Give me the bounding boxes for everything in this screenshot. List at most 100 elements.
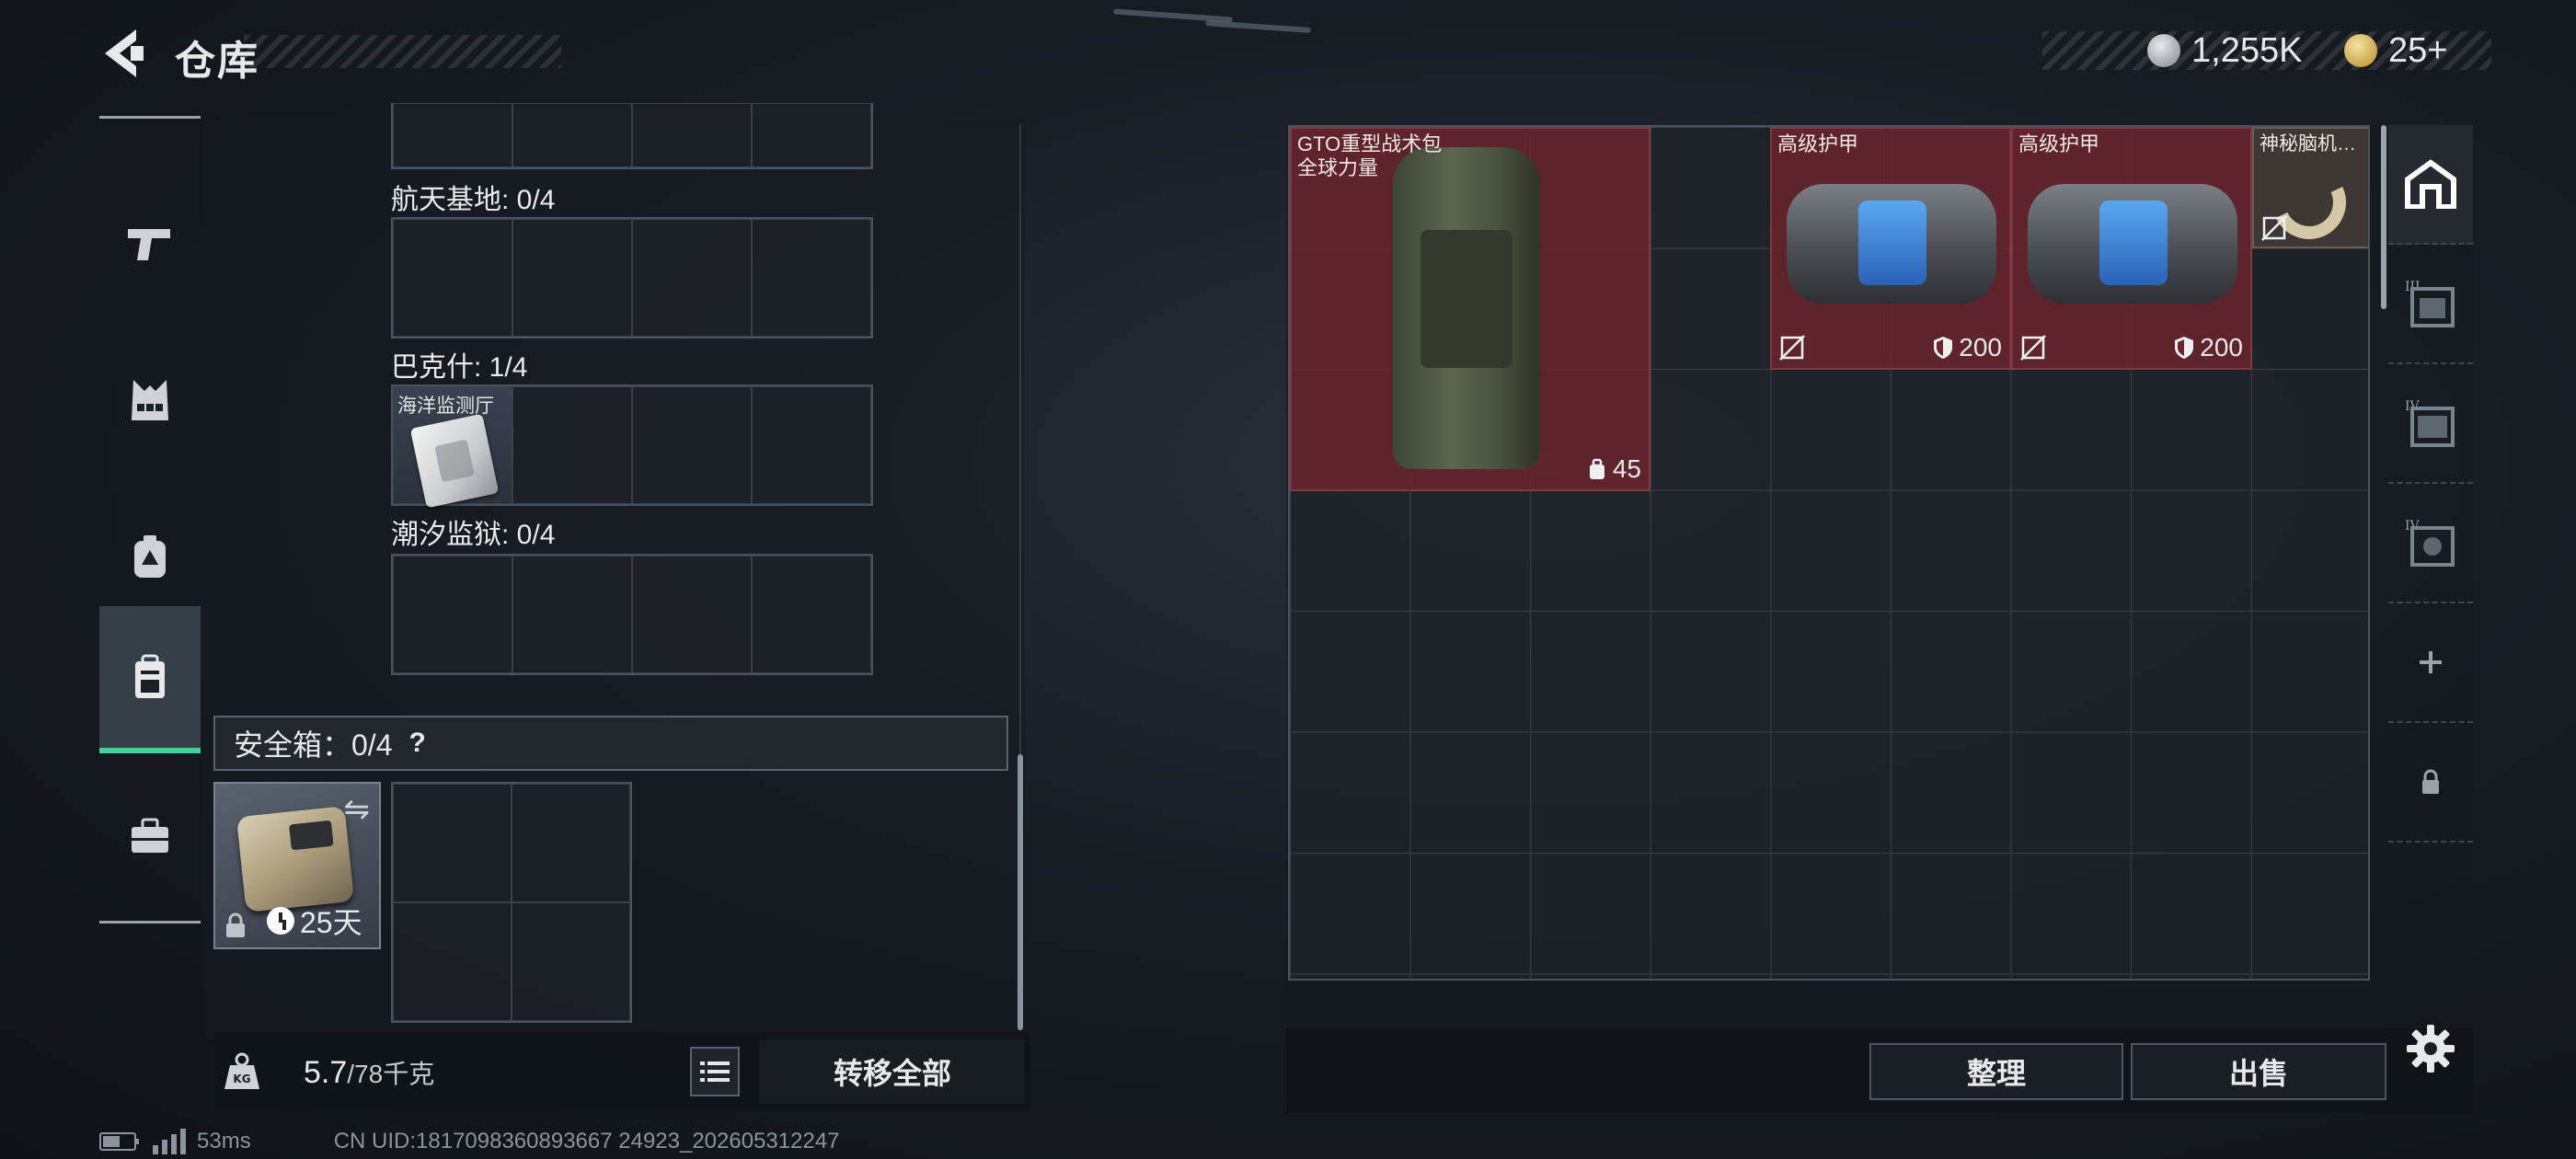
grid-cell[interactable] (393, 219, 512, 337)
sort-button[interactable]: 整理 (1869, 1043, 2123, 1100)
container-icon: IV (2405, 519, 2455, 567)
item-name: 神秘脑机… (2260, 133, 2356, 155)
rail-item-vest[interactable] (99, 327, 201, 474)
grid-cell[interactable] (393, 784, 512, 902)
grid-cell[interactable] (512, 902, 630, 1021)
section-label: 潮汐监狱: 0/4 (391, 520, 556, 550)
briefcase-icon (132, 818, 168, 853)
pistol-icon (128, 229, 170, 260)
list-icon (700, 1061, 730, 1082)
grid-cell[interactable] (393, 103, 512, 167)
armor-plate-icon (134, 535, 166, 578)
container-item-armor[interactable]: 高级护甲 200 (1770, 127, 2011, 370)
safe-box-item[interactable]: ⇋ 25天 (213, 782, 381, 949)
signal-icon (153, 1129, 186, 1154)
container-scrollbar[interactable] (2381, 125, 2386, 309)
page-title: 仓库 (175, 39, 259, 84)
help-button[interactable]: ? (409, 728, 426, 759)
silver-coin-icon (2147, 34, 2180, 67)
grid-cell[interactable] (393, 902, 512, 1021)
stash-scrollbar[interactable] (1018, 754, 1023, 1030)
clock-icon (267, 907, 294, 935)
backpack-icon (135, 654, 165, 698)
rail-item-locked[interactable] (2388, 723, 2473, 843)
status-bar: 53ms CN UID:1817098360893667 24923_20260… (99, 1128, 840, 1155)
grid-cell[interactable] (512, 556, 632, 673)
weight-readout: 5.7/78千克 (304, 1054, 434, 1091)
no-insure-icon (1779, 335, 1805, 361)
home-icon (2405, 159, 2456, 209)
grid-cell[interactable] (752, 386, 871, 504)
rail-item-weapons[interactable] (99, 170, 201, 317)
item-name: 高级护甲 (2018, 132, 2100, 155)
swap-icon[interactable]: ⇋ (344, 791, 371, 828)
shield-icon (1934, 337, 1953, 359)
grid-cell[interactable] (752, 219, 871, 337)
weight-icon: KG (224, 1052, 259, 1089)
user-uid: CN UID:1817098360893667 24923_2026053122… (333, 1129, 840, 1153)
rental-timer: 25天 (267, 900, 362, 942)
armor-durability: 200 (2174, 333, 2243, 362)
safe-box-header: 安全箱：0/4 ? (213, 716, 1008, 771)
container-grid[interactable]: GTO重型战术包 全球力量 45 高级护甲 200 高级护甲 200 神秘脑机… (1288, 125, 2370, 981)
rail-item-add[interactable] (2388, 603, 2473, 723)
item-name: GTO重型战术包 全球力量 (1297, 132, 1443, 179)
lock-icon (226, 912, 245, 937)
rail-item-container-3[interactable]: III (2388, 245, 2473, 364)
weight-current: 5.7 (304, 1055, 348, 1090)
rail-item-case[interactable] (99, 763, 201, 910)
safe-box-icon (236, 806, 355, 912)
timer-value: 25天 (300, 906, 362, 939)
no-insure-icon (2020, 335, 2046, 361)
stash-footer: KG 5.7/78千克 转移全部 (213, 1032, 1030, 1111)
backpack-image (1393, 147, 1540, 469)
grid-cell[interactable] (512, 784, 630, 902)
grid-cell[interactable] (632, 103, 752, 167)
item-grid (391, 217, 873, 339)
container-item-armor[interactable]: 高级护甲 200 (2011, 127, 2252, 370)
gold-coin-icon (2344, 34, 2377, 67)
keycard-icon (409, 413, 500, 509)
rail-item-container-4b[interactable]: IV (2388, 484, 2473, 603)
safe-box-grid (391, 782, 632, 1023)
grid-cell[interactable] (632, 219, 752, 337)
rail-item-backpack[interactable] (99, 606, 201, 753)
battery-icon (99, 1132, 139, 1151)
rail-item-container-4a[interactable]: IV (2388, 364, 2473, 484)
item-grid (391, 554, 873, 675)
sell-button[interactable]: 出售 (2131, 1043, 2386, 1100)
rail-item-stash-home[interactable] (2388, 125, 2473, 245)
grid-cell[interactable] (393, 556, 512, 673)
back-arrow-icon[interactable] (99, 26, 147, 81)
section-label: 巴克什: 1/4 (391, 352, 528, 383)
grid-cell[interactable] (632, 386, 752, 504)
keycard-item[interactable]: 海洋监测厅 (393, 386, 512, 509)
title-decoration (244, 35, 561, 68)
container-item-backpack[interactable]: GTO重型战术包 全球力量 45 (1290, 127, 1650, 491)
silver-currency[interactable]: 1,255K (2147, 31, 2302, 70)
grid-cell[interactable] (512, 386, 632, 504)
armor-image (2028, 184, 2237, 304)
item-capacity: 45 (1587, 454, 1641, 484)
grid-cell[interactable] (512, 219, 632, 337)
gold-amount: 25+ (2388, 30, 2448, 70)
armor-image (1787, 184, 1996, 304)
container-icon: III (2405, 280, 2455, 327)
item-grid-partial (391, 103, 873, 169)
top-bar: 仓库 1,255K 25+ (0, 0, 2576, 101)
settings-gear-icon[interactable] (2405, 1023, 2456, 1074)
grid-cell[interactable] (752, 103, 871, 167)
container-icon: IV (2405, 399, 2455, 447)
safe-box-label: 安全箱：0/4 (234, 729, 393, 762)
ping-value: 53ms (197, 1129, 251, 1153)
transfer-all-button[interactable]: 转移全部 (760, 1039, 1025, 1104)
grid-cell[interactable] (512, 103, 632, 167)
silver-amount: 1,255K (2191, 30, 2303, 70)
plus-icon (2420, 651, 2442, 673)
armor-durability: 200 (1933, 333, 2002, 362)
list-view-button[interactable] (690, 1047, 740, 1096)
gold-currency[interactable]: 25+ (2344, 31, 2447, 70)
grid-cell[interactable] (752, 556, 871, 673)
grid-cell[interactable] (632, 556, 752, 673)
container-item-brain-chip[interactable]: 神秘脑机… (2252, 127, 2368, 248)
